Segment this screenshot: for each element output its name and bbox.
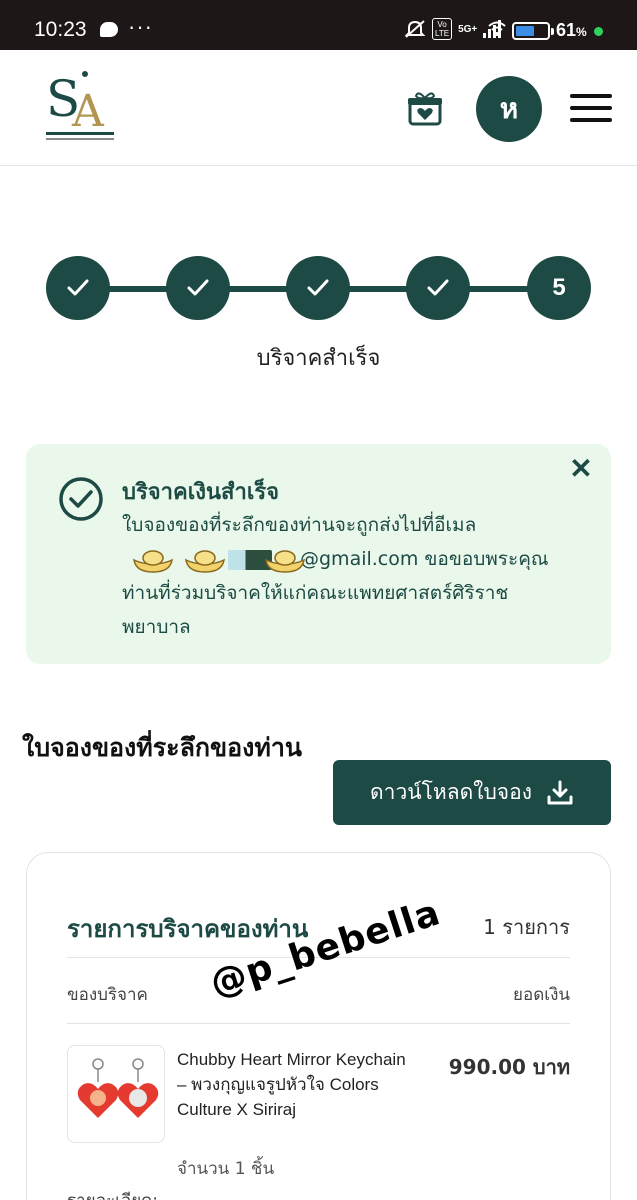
item-price: 990.00 บาท: [448, 1055, 570, 1079]
status-bar: 10:23 ··· Vo LTE 5G+ 61%: [0, 0, 637, 50]
check-icon: [427, 279, 449, 296]
silent-icon: [404, 20, 426, 38]
column-header-item: ของบริจาค: [67, 985, 148, 1005]
download-button-label: ดาวน์โหลดใบจอง: [370, 780, 532, 804]
volte-badge: Vo LTE: [432, 18, 453, 40]
success-alert: ✕ บริจาคเงินสำเร็จ ใบจองของที่ระลึกของท่…: [26, 444, 611, 664]
heart-keychain-image: [77, 1058, 159, 1118]
close-alert-button[interactable]: ✕: [566, 454, 596, 484]
siriraj-logo[interactable]: S A: [44, 64, 118, 144]
item-name[interactable]: Chubby Heart Mirror Keychain – พวงกุญแจร…: [177, 1047, 407, 1122]
check-icon: [67, 279, 89, 296]
battery-icon: [512, 22, 554, 40]
svg-text:A: A: [71, 86, 105, 137]
download-voucher-button[interactable]: ดาวน์โหลดใบจอง: [333, 760, 611, 825]
clock: 10:23: [34, 18, 87, 41]
battery-percent: 61%: [556, 20, 587, 40]
email-suffix: @gmail.com ขอขอบพระคุณ: [300, 548, 549, 570]
gift-icon[interactable]: [406, 90, 444, 128]
gold-ingot-sticker: [262, 546, 308, 574]
card-title: รายการบริจาคของท่าน: [67, 915, 309, 943]
step-2-complete: [166, 256, 230, 320]
item-quantity: จำนวน 1 ชิ้น: [177, 1159, 275, 1179]
check-icon: [187, 279, 209, 296]
alert-message: ใบจองของที่ระลึกของท่านจะถูกส่งไปที่อีเม…: [122, 508, 592, 644]
alert-line-3: ท่านที่ร่วมบริจาคให้แก่คณะแพทยศาสตร์ศิริ…: [122, 582, 509, 604]
step-4-complete: [406, 256, 470, 320]
more-notifications-icon: ···: [128, 14, 153, 39]
gold-ingot-sticker: [182, 546, 228, 574]
step-1-complete: [46, 256, 110, 320]
signal-group: Vo LTE 5G+: [404, 18, 502, 40]
item-count: 1 รายการ: [483, 915, 570, 939]
check-icon: [307, 279, 329, 296]
wifi-icon: [488, 21, 506, 36]
download-icon: [547, 780, 573, 804]
alert-line-email: @gmail.com ขอขอบพระคุณ: [130, 542, 592, 576]
app-header: S A ห: [0, 50, 637, 166]
item-thumbnail[interactable]: [67, 1045, 165, 1143]
alert-line-1: ใบจองของที่ระลึกของท่านจะถูกส่งไปที่อีเม…: [122, 514, 477, 536]
check-circle-icon: [59, 477, 103, 521]
donation-stepper: 5: [46, 256, 592, 322]
network-type: 5G+: [458, 23, 478, 35]
alert-title: บริจาคเงินสำเร็จ: [122, 480, 280, 505]
step-3-complete: [286, 256, 350, 320]
column-header-amount: ยอดเงิน: [513, 985, 570, 1005]
donation-summary-card: รายการบริจาคของท่าน 1 รายการ ของบริจาค ย…: [26, 852, 611, 1200]
avatar-initial: ห: [499, 92, 519, 125]
details-label: รายละเอียด:: [67, 1187, 158, 1200]
chat-notification-icon: [100, 22, 118, 37]
alert-line-4: พยาบาล: [122, 616, 191, 638]
avatar[interactable]: ห: [476, 76, 542, 142]
hamburger-menu-icon[interactable]: [570, 94, 612, 124]
voucher-heading: ใบจองของที่ระลึกของท่าน: [22, 733, 302, 762]
charging-dot: [594, 27, 603, 36]
step-current-label: บริจาคสำเร็จ: [256, 346, 381, 371]
gold-ingot-sticker: [130, 546, 176, 574]
divider: [67, 1023, 570, 1024]
step-5-current: 5: [527, 256, 591, 320]
